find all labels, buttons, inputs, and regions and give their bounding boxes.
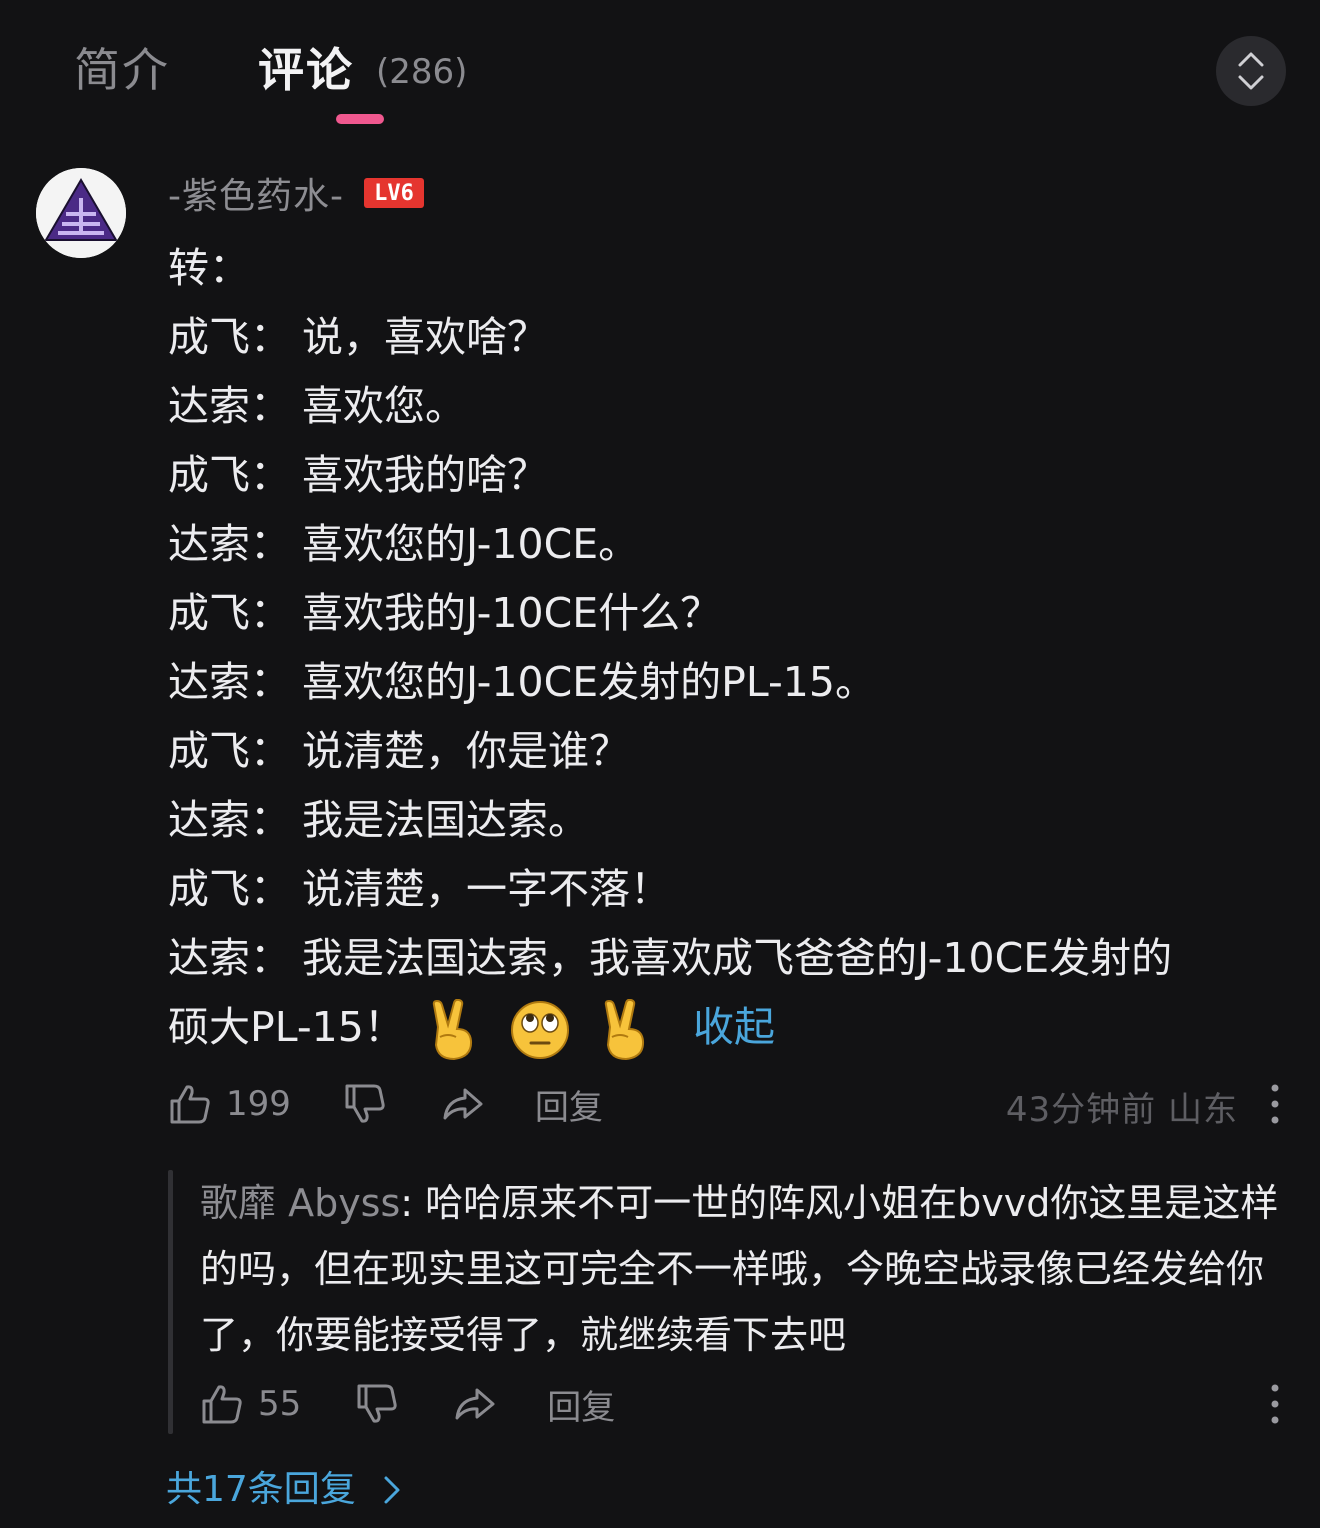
dislike-button[interactable] — [355, 1382, 399, 1426]
dislike-button[interactable] — [343, 1082, 387, 1126]
view-all-replies-link[interactable]: 共17条回复 — [166, 1466, 402, 1514]
comments-count: (286) — [376, 52, 468, 92]
comment-line: 达索： 喜欢您的J-10CE。 — [168, 510, 1288, 579]
comment-line: 成飞： 喜欢我的J-10CE什么？ — [168, 579, 1288, 648]
comment-line-text: 我是法国达索。 — [302, 796, 589, 844]
expand-collapse-icon — [1238, 52, 1264, 90]
active-tab-indicator — [336, 114, 384, 124]
reply-separator: : — [400, 1181, 426, 1225]
victory-hand-emoji-icon — [604, 999, 644, 1061]
like-button[interactable]: 199 — [168, 1082, 291, 1126]
speaker-label: 成飞： — [168, 313, 291, 361]
username[interactable]: -紫色药水- — [168, 167, 344, 219]
thumbs-up-icon — [202, 1385, 242, 1424]
reply-button[interactable]: 回复 — [547, 1380, 615, 1429]
speaker-label: 达索： — [168, 934, 291, 982]
more-options-button[interactable] — [1262, 1074, 1288, 1134]
comment-line-text: 说，喜欢啥？ — [302, 313, 548, 361]
comment-line: 成飞： 说清楚，一字不落！ — [168, 855, 1288, 924]
reply-indent-bar — [168, 1170, 173, 1434]
comment-line: 达索： 我是法国达索，我喜欢成飞爸爸的J-10CE发射的 — [168, 924, 1288, 993]
share-icon — [443, 1088, 483, 1120]
level-badge: LV6 — [363, 178, 424, 208]
comment-action-bar: 199 回复 — [168, 1074, 603, 1134]
speaker-label: 成飞： — [168, 451, 291, 499]
tab-comments[interactable]: 评论 — [258, 40, 354, 100]
comment-location: 山东 — [1168, 1090, 1238, 1130]
comment-line: 达索： 喜欢您的J-10CE发射的PL-15。 — [168, 648, 1288, 717]
view-all-replies-label: 共17条回复 — [166, 1469, 356, 1510]
expand-collapse-button[interactable] — [1216, 36, 1286, 106]
speaker-label: 成飞： — [168, 589, 291, 637]
more-options-button[interactable] — [1262, 1374, 1288, 1434]
comment-meta: 43分钟前 山东 — [1006, 1082, 1238, 1131]
comment-line: 达索： 喜欢您。 — [168, 372, 1288, 441]
tab-bar: 简介 评论 (286) — [0, 0, 1320, 140]
comment-line: 达索： 我是法国达索。 — [168, 786, 1288, 855]
comment-body: 转： 成飞： 说，喜欢啥？ 达索： 喜欢您。 成飞： 喜欢我的啥？ 达索： 喜欢您的J-… — [168, 234, 1288, 1062]
comment-line: 硕大PL-15！ 收起 — [168, 993, 1288, 1062]
speaker-label: 成飞： — [168, 865, 291, 913]
speaker-label: 达索： — [168, 382, 291, 430]
comment-line-text: 说清楚，一字不落！ — [302, 865, 671, 913]
thumbs-down-icon — [357, 1384, 397, 1423]
thumbs-up-icon — [170, 1085, 210, 1124]
like-count: 199 — [226, 1084, 291, 1124]
reply-button[interactable]: 回复 — [535, 1080, 603, 1129]
thumbs-down-icon — [345, 1084, 385, 1123]
comment-line-text: 我是法国达索，我喜欢成飞爸爸的J-10CE发射的 — [302, 934, 1173, 982]
tab-intro[interactable]: 简介 — [74, 40, 170, 100]
more-vertical-icon — [1271, 1384, 1279, 1424]
collapse-link[interactable]: 收起 — [693, 1003, 775, 1051]
comment-line: 成飞： 说，喜欢啥？ — [168, 303, 1288, 372]
comment-header: -紫色药水- LV6 — [168, 168, 424, 218]
chevron-right-icon — [384, 1476, 400, 1504]
comment-line-text: 硕大PL-15！ — [168, 1003, 405, 1051]
comment-line-text: 喜欢您的J-10CE发射的PL-15。 — [302, 658, 876, 706]
comment-line-text: 喜欢您的J-10CE。 — [302, 520, 640, 568]
like-button[interactable]: 55 — [200, 1382, 301, 1426]
speaker-label: 成飞： — [168, 727, 291, 775]
share-icon — [455, 1388, 495, 1420]
more-vertical-icon — [1271, 1084, 1279, 1124]
comment-line-text: 转： — [168, 244, 250, 292]
comment-time: 43分钟前 — [1005, 1090, 1157, 1130]
avatar[interactable] — [36, 168, 126, 258]
comment-line-text: 喜欢我的J-10CE什么？ — [302, 589, 722, 637]
victory-hand-emoji-icon — [432, 999, 472, 1061]
comment-line-text: 说清楚，你是谁？ — [302, 727, 630, 775]
avatar-image — [36, 168, 126, 258]
share-button[interactable] — [453, 1382, 497, 1426]
comment-line: 成飞： 喜欢我的啥？ — [168, 441, 1288, 510]
speaker-label: 达索： — [168, 796, 291, 844]
reply-content: 歌靡 Abyss: 哈哈原来不可一世的阵风小姐在bvvd你这里是这样的吗，但在现… — [200, 1170, 1288, 1368]
speaker-label: 达索： — [168, 658, 291, 706]
comment-line-text: 喜欢我的啥？ — [302, 451, 548, 499]
reply-action-bar: 55 回复 — [200, 1374, 615, 1434]
share-button[interactable] — [441, 1082, 485, 1126]
speaker-label: 达索： — [168, 520, 291, 568]
eye-roll-emoji-icon — [510, 1001, 569, 1059]
comment-line: 转： — [168, 234, 1288, 303]
reply-author[interactable]: 歌靡 Abyss — [200, 1181, 400, 1225]
comment-line: 成飞： 说清楚，你是谁？ — [168, 717, 1288, 786]
like-count: 55 — [258, 1384, 302, 1424]
comment-line-text: 喜欢您。 — [302, 382, 466, 430]
